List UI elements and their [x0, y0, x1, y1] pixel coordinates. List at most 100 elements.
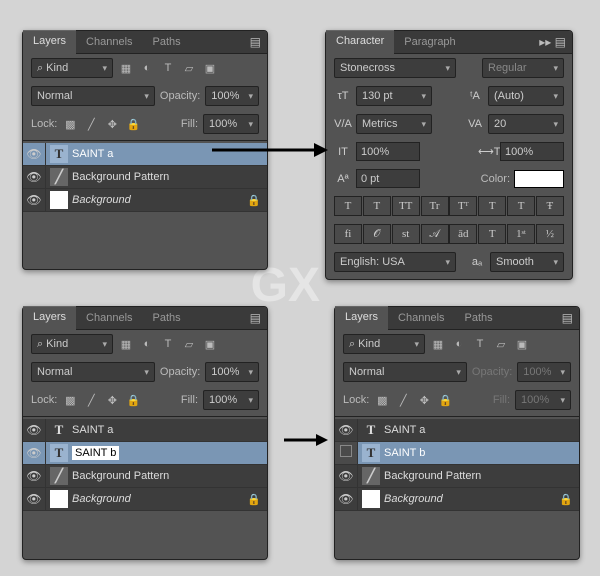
- visibility-icon[interactable]: 👁: [23, 189, 46, 211]
- fill-input[interactable]: 100%: [203, 390, 259, 410]
- opacity-input[interactable]: 100%: [205, 86, 259, 106]
- type-style-button[interactable]: Tr: [421, 196, 449, 216]
- layer-name[interactable]: SAINT b: [72, 446, 119, 460]
- type-style-button[interactable]: T: [334, 196, 362, 216]
- type-style-button[interactable]: T: [478, 224, 506, 244]
- vscale[interactable]: 100%: [356, 142, 420, 161]
- lock-trans-icon[interactable]: ▩: [62, 116, 78, 132]
- filter-shape-icon[interactable]: ▱: [493, 336, 509, 352]
- filter-type-icon[interactable]: T: [160, 60, 176, 76]
- lock-paint-icon[interactable]: ╱: [83, 392, 99, 408]
- layer-row[interactable]: 👁TSAINT a: [23, 419, 267, 442]
- filter-kind[interactable]: ⌕Kind: [31, 334, 113, 354]
- visibility-icon[interactable]: 👁: [335, 488, 358, 510]
- type-style-button[interactable]: 𝒜: [421, 224, 449, 244]
- type-style-button[interactable]: ½: [536, 224, 564, 244]
- font-family[interactable]: Stonecross: [334, 58, 456, 78]
- tab-paths[interactable]: Paths: [143, 308, 191, 328]
- lock-all-icon[interactable]: 🔒: [125, 392, 141, 408]
- antialias[interactable]: Smooth: [490, 252, 564, 272]
- filter-smart-icon[interactable]: ▣: [202, 336, 218, 352]
- tab-channels[interactable]: Channels: [388, 308, 454, 328]
- visibility-icon[interactable]: 👁: [23, 465, 46, 487]
- layer-row[interactable]: 👁TSAINT a: [23, 143, 267, 166]
- lock-move-icon[interactable]: ✥: [104, 116, 120, 132]
- visibility-icon[interactable]: 👁: [23, 143, 46, 165]
- kerning[interactable]: 20: [488, 114, 564, 134]
- filter-kind[interactable]: ⌕Kind: [343, 334, 425, 354]
- type-style-button[interactable]: Tᵀ: [449, 196, 477, 216]
- filter-smart-icon[interactable]: ▣: [514, 336, 530, 352]
- lock-paint-icon[interactable]: ╱: [395, 392, 411, 408]
- blend-mode[interactable]: Normal: [343, 362, 467, 382]
- filter-pixel-icon[interactable]: ▦: [118, 60, 134, 76]
- leading[interactable]: (Auto): [488, 86, 564, 106]
- tab-channels[interactable]: Channels: [76, 32, 142, 52]
- lock-all-icon[interactable]: 🔒: [437, 392, 453, 408]
- layer-row[interactable]: 👁╱Background Pattern: [335, 465, 579, 488]
- filter-smart-icon[interactable]: ▣: [202, 60, 218, 76]
- font-style[interactable]: Regular: [482, 58, 564, 78]
- visibility-icon[interactable]: 👁: [23, 442, 46, 464]
- layer-row[interactable]: 👁╱Background Pattern: [23, 166, 267, 189]
- type-style-button[interactable]: st: [392, 224, 420, 244]
- type-style-button[interactable]: ād: [449, 224, 477, 244]
- lock-all-icon[interactable]: 🔒: [125, 116, 141, 132]
- layer-row[interactable]: 👁Background🔒: [23, 189, 267, 212]
- layer-row[interactable]: 👁Background🔒: [335, 488, 579, 511]
- lock-trans-icon[interactable]: ▩: [62, 392, 78, 408]
- visibility-icon[interactable]: 👁: [335, 419, 358, 441]
- lock-move-icon[interactable]: ✥: [416, 392, 432, 408]
- filter-kind[interactable]: ⌕Kind: [31, 58, 113, 78]
- tracking[interactable]: Metrics: [356, 114, 432, 134]
- type-style-button[interactable]: T: [478, 196, 506, 216]
- panel-menu-icon[interactable]: ▸▸ ▤: [539, 35, 566, 49]
- visibility-icon[interactable]: 👁: [23, 488, 46, 510]
- tab-paragraph[interactable]: Paragraph: [394, 32, 465, 52]
- tab-layers[interactable]: Layers: [335, 306, 388, 330]
- visibility-icon[interactable]: 👁: [335, 465, 358, 487]
- font-size[interactable]: 130 pt: [356, 86, 432, 106]
- filter-adjust-icon[interactable]: ◐: [139, 60, 155, 76]
- blend-mode[interactable]: Normal: [31, 362, 155, 382]
- color-swatch[interactable]: [514, 170, 564, 188]
- filter-pixel-icon[interactable]: ▦: [430, 336, 446, 352]
- filter-type-icon[interactable]: T: [472, 336, 488, 352]
- filter-shape-icon[interactable]: ▱: [181, 336, 197, 352]
- hscale[interactable]: 100%: [500, 142, 564, 161]
- filter-type-icon[interactable]: T: [160, 336, 176, 352]
- filter-adjust-icon[interactable]: ◐: [451, 336, 467, 352]
- visibility-icon[interactable]: 👁: [23, 419, 46, 441]
- tab-paths[interactable]: Paths: [143, 32, 191, 52]
- lock-trans-icon[interactable]: ▩: [374, 392, 390, 408]
- filter-shape-icon[interactable]: ▱: [181, 60, 197, 76]
- type-style-button[interactable]: fi: [334, 224, 362, 244]
- layer-row[interactable]: 👁TSAINT b: [23, 442, 267, 465]
- baseline[interactable]: 0 pt: [356, 169, 420, 188]
- visibility-icon[interactable]: [335, 442, 358, 464]
- lock-move-icon[interactable]: ✥: [104, 392, 120, 408]
- visibility-icon[interactable]: 👁: [23, 166, 46, 188]
- fill-input[interactable]: 100%: [203, 114, 259, 134]
- layer-row[interactable]: TSAINT b: [335, 442, 579, 465]
- opacity-input[interactable]: 100%: [205, 362, 259, 382]
- blend-mode[interactable]: Normal: [31, 86, 155, 106]
- layer-row[interactable]: 👁╱Background Pattern: [23, 465, 267, 488]
- type-style-button[interactable]: T: [363, 196, 391, 216]
- filter-pixel-icon[interactable]: ▦: [118, 336, 134, 352]
- panel-menu-icon[interactable]: ▤: [250, 311, 261, 325]
- type-style-button[interactable]: Ŧ: [536, 196, 564, 216]
- type-style-button[interactable]: 𝒪: [363, 224, 391, 244]
- type-style-button[interactable]: 1ˢᵗ: [507, 224, 535, 244]
- tab-layers[interactable]: Layers: [23, 30, 76, 54]
- filter-adjust-icon[interactable]: ◐: [139, 336, 155, 352]
- layer-row[interactable]: 👁Background🔒: [23, 488, 267, 511]
- tab-layers[interactable]: Layers: [23, 306, 76, 330]
- language[interactable]: English: USA: [334, 252, 456, 272]
- tab-character[interactable]: Character: [326, 30, 394, 54]
- panel-menu-icon[interactable]: ▤: [562, 311, 573, 325]
- lock-paint-icon[interactable]: ╱: [83, 116, 99, 132]
- tab-channels[interactable]: Channels: [76, 308, 142, 328]
- type-style-button[interactable]: TT: [392, 196, 420, 216]
- tab-paths[interactable]: Paths: [455, 308, 503, 328]
